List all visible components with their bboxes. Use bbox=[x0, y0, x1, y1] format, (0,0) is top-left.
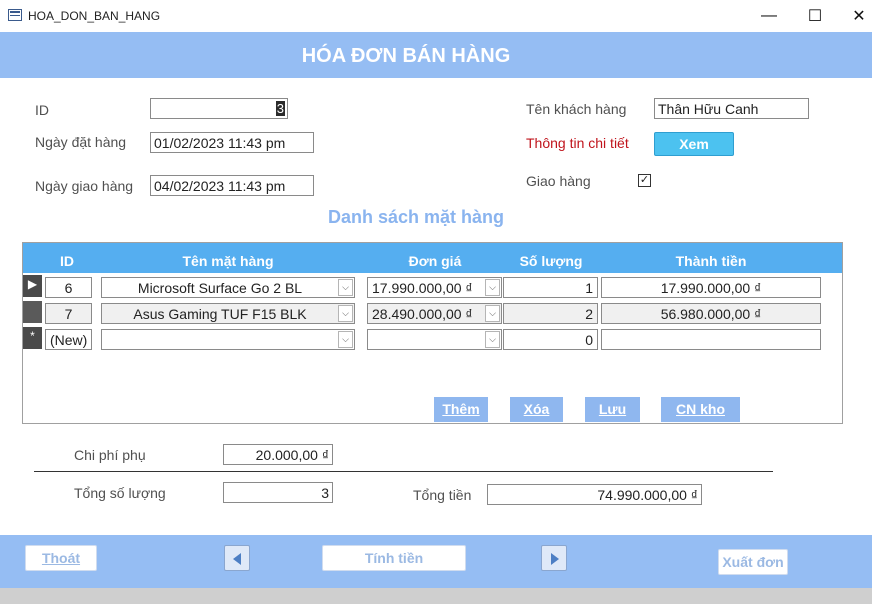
delete-item-button[interactable]: Xóa bbox=[510, 397, 563, 422]
page-title: HÓA ĐƠN BÁN HÀNG bbox=[301, 45, 511, 67]
total-amount-label: Tổng tiền bbox=[413, 487, 472, 503]
row-total-cell bbox=[601, 329, 821, 350]
chevron-down-icon[interactable]: ⌵ bbox=[485, 331, 500, 348]
row-selector-current[interactable]: ▶ bbox=[23, 275, 42, 297]
add-item-button[interactable]: Thêm bbox=[434, 397, 488, 422]
chevron-down-icon[interactable]: ⌵ bbox=[338, 331, 353, 348]
column-header-qty: Số lượng bbox=[519, 253, 583, 269]
status-bar bbox=[0, 588, 872, 604]
ship-date-label: Ngày giao hàng bbox=[35, 178, 134, 194]
window-titlebar: HOA_DON_BAN_HANG — ☐ ✕ bbox=[0, 0, 872, 32]
form-header: HÓA ĐƠN BÁN HÀNG bbox=[0, 32, 872, 78]
extra-cost-field[interactable]: 20.000,00 ₫ bbox=[223, 444, 333, 465]
column-header-price: Đơn giá bbox=[408, 253, 462, 269]
row-id-cell[interactable]: 6 bbox=[45, 277, 92, 298]
delivered-label: Giao hàng bbox=[526, 173, 591, 189]
order-date-field[interactable]: 01/02/2023 11:43 pm bbox=[150, 132, 314, 153]
row-selector-new[interactable]: * bbox=[23, 327, 42, 349]
items-grid-header: ID Tên mặt hàng Đơn giá Số lượng Thành t… bbox=[23, 243, 842, 273]
chevron-down-icon[interactable]: ⌵ bbox=[338, 279, 353, 296]
save-items-button[interactable]: Lưu bbox=[585, 397, 640, 422]
id-value: 3 bbox=[275, 101, 285, 116]
row-price-value: 17.990.000,00 ₫ bbox=[372, 280, 473, 296]
window-title: HOA_DON_BAN_HANG bbox=[28, 9, 161, 23]
chevron-down-icon[interactable]: ⌵ bbox=[338, 305, 353, 322]
next-record-icon[interactable] bbox=[541, 545, 567, 571]
row-qty-cell[interactable]: 2 bbox=[503, 303, 598, 324]
row-price-value: 28.490.000,00 ₫ bbox=[372, 306, 473, 322]
chevron-down-icon[interactable]: ⌵ bbox=[485, 305, 500, 322]
exit-button[interactable]: Thoát bbox=[25, 545, 97, 571]
chevron-down-icon[interactable]: ⌵ bbox=[485, 279, 500, 296]
row-item-combo[interactable]: ⌵ bbox=[101, 329, 355, 350]
form-icon bbox=[8, 9, 22, 21]
ship-date-field[interactable]: 04/02/2023 11:43 pm bbox=[150, 175, 314, 196]
customer-field[interactable]: Thân Hữu Canh bbox=[654, 98, 809, 119]
calculate-button[interactable]: Tính tiền bbox=[322, 545, 466, 571]
row-total-cell: 17.990.000,00 ₫ bbox=[601, 277, 821, 298]
previous-record-icon[interactable] bbox=[224, 545, 250, 571]
row-item-name: Asus Gaming TUF F15 BLK bbox=[133, 306, 307, 322]
minimize-button[interactable]: — bbox=[746, 0, 792, 32]
row-price-combo[interactable]: 17.990.000,00 ₫ ⌵ bbox=[367, 277, 502, 298]
row-price-combo[interactable]: 28.490.000,00 ₫ ⌵ bbox=[367, 303, 502, 324]
column-header-id: ID bbox=[60, 253, 74, 269]
close-button[interactable]: ✕ bbox=[836, 0, 872, 32]
view-details-button[interactable]: Xem bbox=[654, 132, 734, 156]
row-qty-cell[interactable]: 0 bbox=[503, 329, 598, 350]
customer-label: Tên khách hàng bbox=[526, 101, 627, 117]
id-label: ID bbox=[35, 102, 49, 118]
row-item-name: Microsoft Surface Go 2 BL bbox=[137, 280, 303, 296]
order-date-label: Ngày đặt hàng bbox=[35, 134, 127, 150]
column-header-name: Tên mặt hàng bbox=[182, 253, 274, 269]
details-label: Thông tin chi tiết bbox=[526, 135, 629, 151]
extra-cost-label: Chi phí phụ bbox=[74, 447, 146, 463]
items-section-title: Danh sách mặt hàng bbox=[328, 207, 505, 227]
row-total-cell: 56.980.000,00 ₫ bbox=[601, 303, 821, 324]
total-qty-field: 3 bbox=[223, 482, 333, 503]
column-header-total: Thành tiền bbox=[675, 253, 747, 269]
row-item-combo[interactable]: Asus Gaming TUF F15 BLK ⌵ bbox=[101, 303, 355, 324]
row-item-combo[interactable]: Microsoft Surface Go 2 BL ⌵ bbox=[101, 277, 355, 298]
row-id-cell[interactable]: (New) bbox=[45, 329, 92, 350]
export-invoice-button[interactable]: Xuất đơn bbox=[718, 549, 788, 575]
total-qty-label: Tổng số lượng bbox=[74, 485, 166, 501]
delivered-checkbox[interactable]: ✓ bbox=[638, 174, 651, 187]
update-stock-button[interactable]: CN kho bbox=[661, 397, 740, 422]
row-price-combo[interactable]: ⌵ bbox=[367, 329, 502, 350]
summary-divider bbox=[34, 471, 773, 472]
row-id-cell[interactable]: 7 bbox=[45, 303, 92, 324]
row-qty-cell[interactable]: 1 bbox=[503, 277, 598, 298]
id-field[interactable]: 3 bbox=[150, 98, 288, 119]
row-selector[interactable] bbox=[23, 301, 42, 323]
total-amount-field: 74.990.000,00 ₫ bbox=[487, 484, 702, 505]
maximize-button[interactable]: ☐ bbox=[792, 0, 838, 32]
